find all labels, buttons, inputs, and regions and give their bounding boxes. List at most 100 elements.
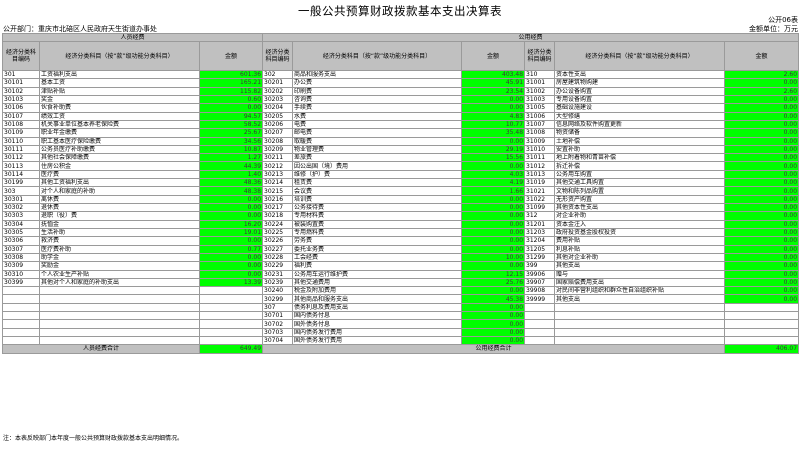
- amount-cell: 13.39: [198, 277, 264, 288]
- code-cell: [2, 302, 40, 313]
- amount-cell: 48.38: [198, 186, 264, 196]
- code-cell: 30301: [2, 194, 40, 205]
- item-name-cell: 其他商品和服务支出: [292, 294, 463, 304]
- item-name-cell: 专用材料费: [292, 211, 463, 221]
- amount-cell: 35.48: [461, 128, 526, 138]
- code-cell: 30229: [262, 261, 294, 271]
- code-cell: 30224: [262, 219, 294, 229]
- code-cell: [2, 311, 40, 321]
- amount-cell: 0.60: [198, 94, 264, 105]
- amount-cell: 0.00: [461, 194, 526, 205]
- amount-cell: 44.39: [198, 161, 264, 171]
- table-row: 30399 其他对个人和家庭的补助支出 13.39 30239 其他交通费用 25.76 3…: [2, 277, 800, 288]
- amount-cell: 0.00: [724, 119, 800, 130]
- item-name-cell: 其他工资福利支出: [39, 178, 200, 188]
- item-name-cell: 对个人和家庭的补助: [39, 186, 200, 196]
- amount-cell: 165.21: [198, 78, 264, 88]
- amount-cell: 115.82: [198, 86, 264, 96]
- table-row: 30110 职工基本医疗保险缴费 34.56 30208 取暖费 0.00 31009 土地补…: [2, 136, 800, 146]
- code-cell: 30103: [2, 94, 40, 105]
- amount-cell: 0.00: [461, 161, 526, 171]
- amount-cell: 0.00: [724, 194, 800, 205]
- column-header-row: 经济分类科目编码 经济分类科目（按“款”级功能分类科目） 金额 经济分类科目编码 经济分…: [2, 41, 800, 71]
- table-row: 30308 助学金 0.00 30228 工会经费 10.00 31299 其他对企业补助 0.…: [2, 252, 800, 263]
- amount-cell: 0.77: [198, 244, 264, 254]
- amount-cell: 1.27: [198, 153, 264, 163]
- code-cell: 31012: [524, 161, 556, 171]
- item-name-cell: 培训费: [292, 194, 463, 205]
- amount-cell: 45.91: [461, 78, 526, 88]
- item-name-cell: [39, 335, 200, 346]
- amount-cell: 25.76: [461, 277, 526, 288]
- personnel-group-header: 人员经费: [1, 33, 264, 42]
- table-row: 30111 公务员医疗补助缴费 10.87 30209 物业管理费 29.19 31010 安…: [2, 144, 800, 155]
- amount-cell: 0.00: [461, 335, 526, 346]
- item-name-cell: 债务利息及费用支出: [292, 302, 463, 313]
- item-name-cell: 国家赔偿费用支出: [554, 277, 726, 288]
- amount-cell: 0.00: [724, 111, 800, 121]
- item-name-cell: 信息网络及软件购置更新: [554, 119, 726, 130]
- code-cell: [524, 311, 556, 321]
- code-cell: 31019: [524, 178, 556, 188]
- table-row: 30108 机关事业单位基本养老保险费 58.52 30206 电费 10.77 31007…: [2, 119, 800, 130]
- code-cell: 310: [524, 69, 556, 80]
- item-name-cell: [39, 302, 200, 313]
- amount-cell: 0.00: [461, 286, 526, 296]
- code-cell: 30306: [2, 236, 40, 246]
- amount-cell: 0.00: [198, 202, 264, 213]
- item-name-cell: 拆迁补偿: [554, 161, 726, 171]
- code-cell: [2, 335, 40, 346]
- item-name-cell: 助学金: [39, 252, 200, 263]
- totals-row: 人员经费合计 649.49 公用经费合计 406.07: [2, 344, 800, 354]
- item-name-cell: 工资福利支出: [39, 69, 200, 80]
- item-name-cell: [39, 286, 200, 296]
- amount-cell: 0.00: [198, 236, 264, 246]
- table-row: 30199 其他工资福利支出 48.36 30214 租赁费 4.19 31019 其他交通工…: [2, 178, 800, 188]
- header-group-row: 人员经费 公用经费: [1, 33, 800, 42]
- amount-cell: 0.00: [724, 294, 800, 304]
- item-name-cell: 其他对个人和家庭的补助支出: [39, 277, 200, 288]
- amount-cell: 0.00: [724, 186, 800, 196]
- code-cell: 30207: [262, 128, 294, 138]
- item-name-cell: 其他资本性支出: [554, 202, 726, 213]
- amount-cell: 0.00: [724, 161, 800, 171]
- item-name-cell: 国内债务发行费用: [292, 327, 463, 338]
- code-cell: 30701: [262, 311, 294, 321]
- code-cell: [2, 319, 40, 329]
- item-name-cell: 公务用车购置: [554, 169, 726, 180]
- item-name-cell: 被装购置费: [292, 219, 463, 229]
- code-cell: 30209: [262, 144, 294, 155]
- item-name-cell: 抚恤金: [39, 219, 200, 229]
- item-name-cell: 租赁费: [292, 178, 463, 188]
- code-cell: 31099: [524, 202, 556, 213]
- expenditure-table: 人员经费 公用经费 经济分类科目编码 经济分类科目（按“款”级功能分类科目） 金额 经济分…: [1, 33, 800, 354]
- amount-cell: 12.15: [461, 269, 526, 279]
- code-cell: 30703: [262, 327, 294, 338]
- item-name-cell: 福利费: [292, 261, 463, 271]
- code-cell: 31009: [524, 136, 556, 146]
- table-row: 30112 其他社会保障缴费 1.27 30211 差旅费 15.56 31011 地上附着物…: [2, 153, 800, 163]
- item-name-cell: [39, 327, 200, 338]
- amount-cell: 0.00: [461, 244, 526, 254]
- amount-cell: 48.36: [198, 178, 264, 188]
- code-cell: 31010: [524, 144, 556, 155]
- item-name-cell: 基础设施建设: [554, 103, 726, 113]
- item-name-cell: 退职（役）费: [39, 211, 200, 221]
- item-name-cell: 办公设备购置: [554, 86, 726, 96]
- code-cell: 31002: [524, 86, 556, 96]
- table-row: 30103 奖金 0.60 30203 咨询费 0.00 31003 专用设备购置 0.00: [2, 94, 800, 105]
- item-name-cell: [554, 335, 726, 346]
- code-cell: 30399: [2, 277, 40, 288]
- amount-cell: 0.00: [724, 211, 800, 221]
- table-row: 30114 医疗费 1.40 30213 维修（护）费 4.03 31013 公务用车购置 0.…: [2, 169, 800, 180]
- code-cell: 30309: [2, 261, 40, 271]
- amount-cell: 601.36: [198, 69, 264, 80]
- item-name-cell: [554, 311, 726, 321]
- personnel-total-label: 人员经费合计: [2, 344, 200, 354]
- table-row: 30702 国外债务付息 0.00: [2, 319, 800, 329]
- amount-cell: 0.00: [724, 153, 800, 163]
- amount-cell: 0.00: [724, 136, 800, 146]
- personnel-total-amount: 649.49: [198, 344, 264, 354]
- item-name-cell: 资本性支出: [554, 69, 726, 80]
- table-row: 307 债务利息及费用支出 0.00: [2, 302, 800, 313]
